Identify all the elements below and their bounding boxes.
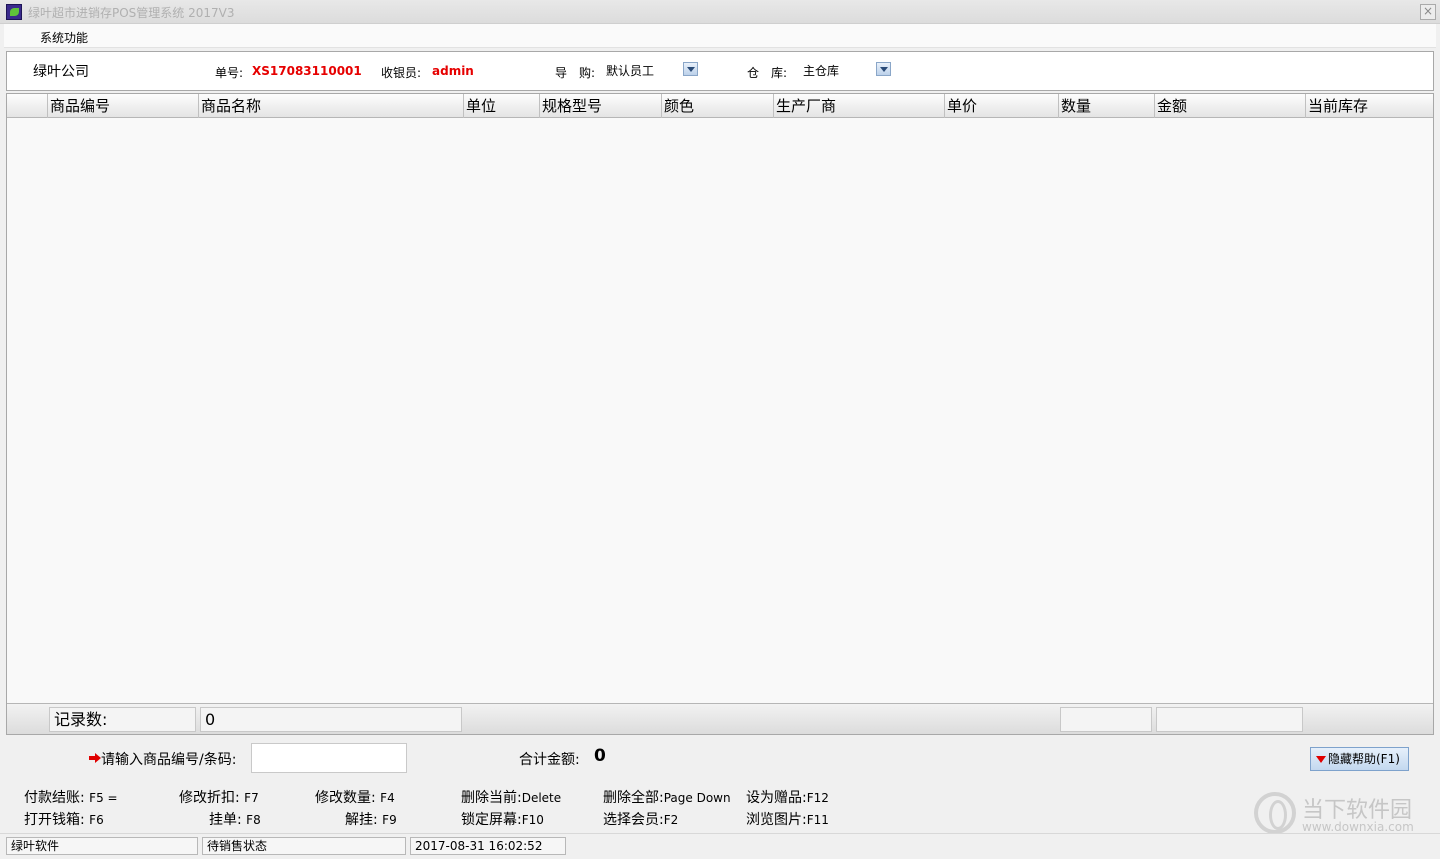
quantity-total — [1060, 707, 1152, 732]
menu-system-functions[interactable]: 系统功能 — [40, 29, 88, 46]
order-number-label: 单号: — [215, 66, 244, 80]
guide-select-value: 默认员工 — [606, 64, 655, 78]
order-info-panel: 绿叶公司 单号: XS17083110001 收银员: admin 导 购: 默… — [6, 51, 1434, 91]
status-vendor: 绿叶软件 — [6, 837, 198, 855]
hotkey-discount: 修改折扣: F7 — [179, 790, 259, 806]
col-header-amount[interactable]: 金额 — [1154, 94, 1305, 118]
arrow-right-icon — [89, 753, 101, 763]
col-header-quantity[interactable]: 数量 — [1058, 94, 1154, 118]
hotkey-member: 选择会员:F2 — [603, 812, 679, 828]
guide-select[interactable]: 默认员工 — [606, 61, 699, 78]
col-header-unit[interactable]: 单位 — [463, 94, 539, 118]
cashier-label: 收银员: — [381, 66, 422, 80]
grid-footer: 记录数: 0 — [7, 703, 1433, 734]
warehouse-select-value: 主仓库 — [803, 64, 840, 78]
col-header-spec[interactable]: 规格型号 — [539, 94, 661, 118]
total-amount-value: 0 — [594, 746, 606, 766]
chevron-down-icon[interactable] — [876, 62, 891, 76]
warehouse-select[interactable]: 主仓库 — [803, 61, 896, 78]
record-count-label: 记录数: — [49, 707, 196, 732]
barcode-prompt: 请输入商品编号/条码: — [101, 752, 237, 768]
col-header-item-name[interactable]: 商品名称 — [198, 94, 463, 118]
guide-label: 导 购: — [555, 66, 596, 80]
menu-bar: 系统功能 — [4, 24, 1436, 48]
hotkey-browse-images: 浏览图片:F11 — [746, 812, 829, 828]
barcode-input[interactable] — [251, 743, 407, 773]
col-header-manufacturer[interactable]: 生产厂商 — [773, 94, 944, 118]
hide-help-button[interactable]: 隐藏帮助(F1) — [1310, 747, 1409, 771]
hotkey-checkout: 付款结账: F5 = — [24, 790, 118, 806]
status-bar: 绿叶软件 待销售状态 2017-08-31 16:02:52 — [0, 833, 1440, 859]
hotkey-gift: 设为赠品:F12 — [746, 790, 829, 806]
hotkey-hold: 挂单: F8 — [209, 812, 261, 828]
window-title: 绿叶超市进销存POS管理系统 2017V3 — [28, 6, 235, 20]
cashier-name: admin — [432, 64, 474, 78]
hotkey-lock-screen: 锁定屏幕:F10 — [461, 812, 544, 828]
watermark-url: www.downxia.com — [1302, 820, 1414, 834]
downxia-logo-icon — [1254, 792, 1296, 834]
warehouse-label: 仓 库: — [747, 66, 788, 80]
item-grid[interactable]: 商品编号 商品名称 单位 规格型号 颜色 生产厂商 单价 数量 金额 当前库存 … — [6, 93, 1434, 735]
hotkey-quantity: 修改数量: F4 — [315, 790, 395, 806]
hotkey-delete-current: 删除当前:Delete — [461, 790, 562, 806]
record-count-value: 0 — [200, 707, 462, 732]
col-header-indicator[interactable] — [7, 94, 47, 118]
status-datetime: 2017-08-31 16:02:52 — [410, 837, 566, 855]
amount-total — [1156, 707, 1303, 732]
hotkey-delete-all: 删除全部:Page Down — [603, 790, 731, 806]
col-header-stock[interactable]: 当前库存 — [1305, 94, 1433, 118]
grid-header: 商品编号 商品名称 单位 规格型号 颜色 生产厂商 单价 数量 金额 当前库存 — [7, 94, 1433, 118]
company-name: 绿叶公司 — [33, 64, 89, 80]
order-number: XS17083110001 — [252, 64, 362, 78]
col-header-unit-price[interactable]: 单价 — [944, 94, 1058, 118]
watermark: 当下软件园 www.downxia.com — [1252, 790, 1432, 836]
app-icon — [6, 4, 22, 20]
total-amount-label: 合计金额: — [519, 752, 580, 768]
col-header-item-code[interactable]: 商品编号 — [47, 94, 198, 118]
chevron-down-icon[interactable] — [683, 62, 698, 76]
title-bar: 绿叶超市进销存POS管理系统 2017V3 × — [0, 0, 1440, 24]
hotkey-cash-drawer: 打开钱箱: F6 — [24, 812, 104, 828]
close-button[interactable]: × — [1420, 4, 1436, 20]
status-state: 待销售状态 — [202, 837, 406, 855]
col-header-color[interactable]: 颜色 — [661, 94, 773, 118]
hotkey-resume: 解挂: F9 — [345, 812, 397, 828]
entry-row: 请输入商品编号/条码: 合计金额: 0 隐藏帮助(F1) — [0, 738, 1440, 778]
